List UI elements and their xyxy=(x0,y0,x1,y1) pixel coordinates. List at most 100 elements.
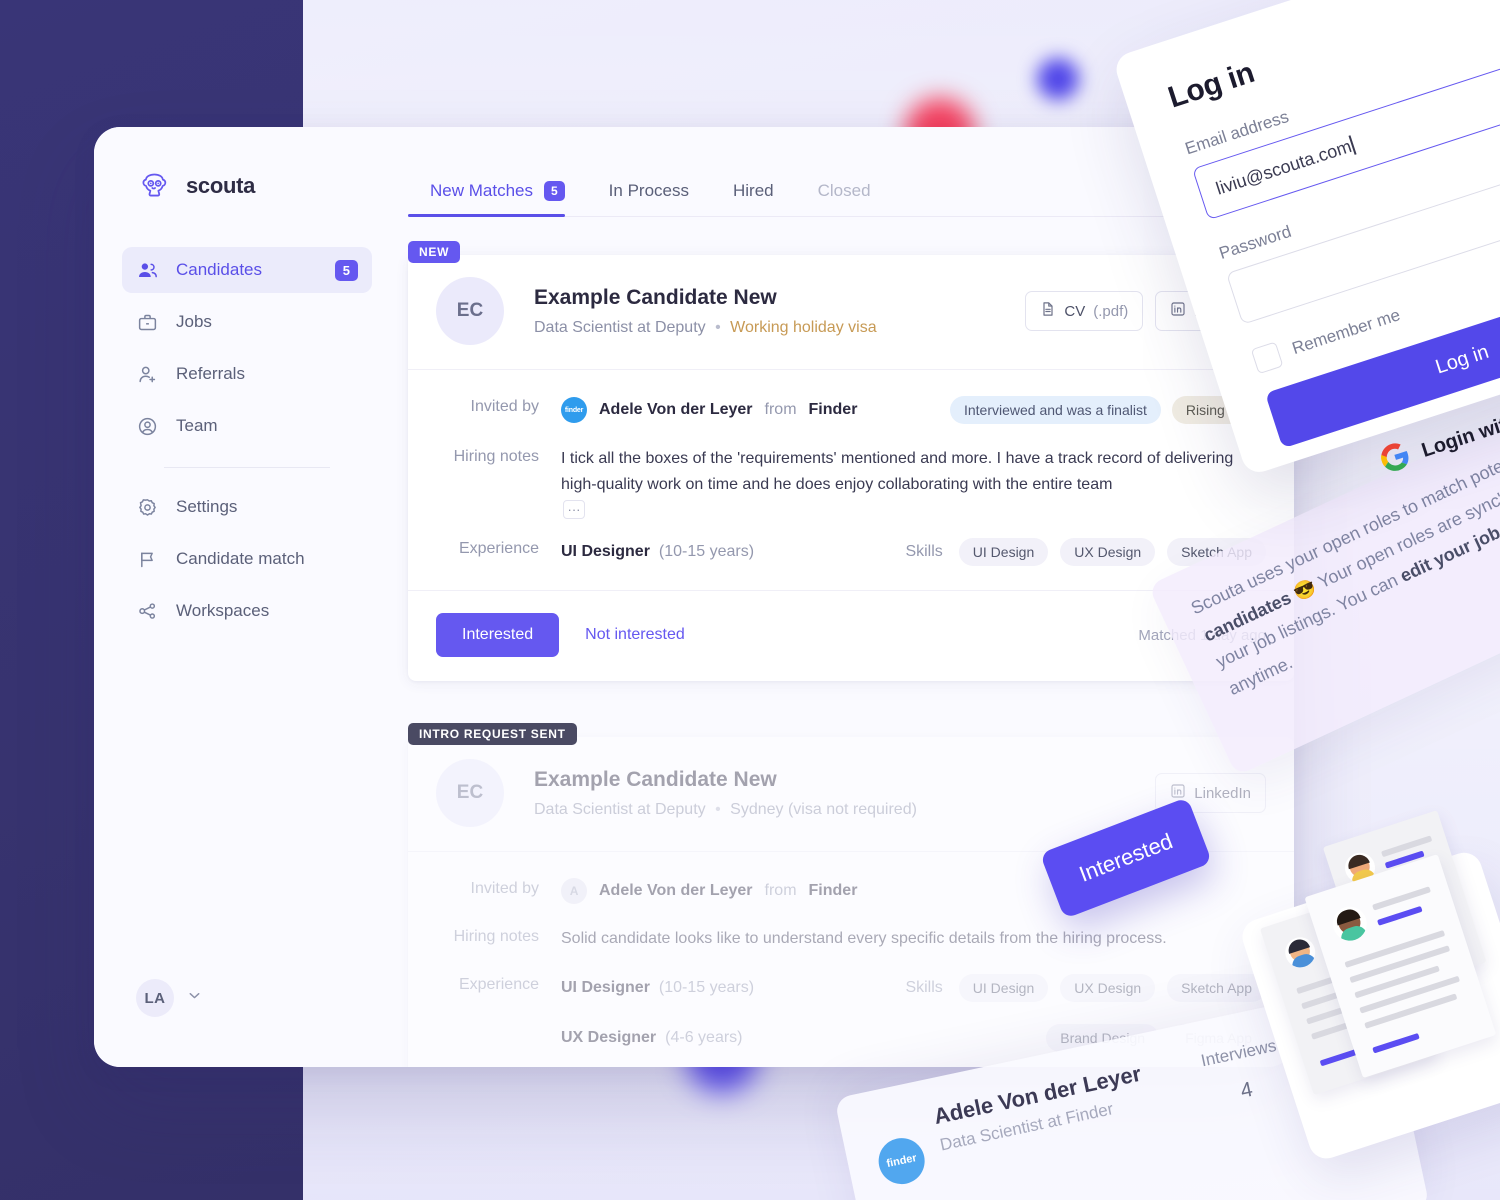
skills-label: Skills xyxy=(905,978,943,996)
skills-group: Skills UI Design UX Design Sketch App xyxy=(905,973,1266,1002)
sidebar-item-jobs[interactable]: Jobs xyxy=(122,299,372,345)
stat-label: Interviews xyxy=(1199,1035,1279,1071)
sidebar-nav: Candidates 5 Jobs Referrals Team Setting… xyxy=(94,247,400,640)
tab-badge: 5 xyxy=(543,181,565,201)
tab-label: New Matches xyxy=(430,181,533,200)
stat-value: 4 xyxy=(1238,1077,1255,1103)
avatar-initial-icon: A xyxy=(561,878,587,905)
hiring-notes-label: Hiring notes xyxy=(453,448,539,465)
candidate-card-wrapper: INTRO REQUEST SENT EC Example Candidate … xyxy=(408,723,1294,1067)
sidebar-item-candidates[interactable]: Candidates 5 xyxy=(122,247,372,293)
avatar: EC xyxy=(436,277,504,345)
chevron-down-icon xyxy=(186,987,203,1009)
monkey-logo-icon xyxy=(136,168,173,205)
remember-me-label: Remember me xyxy=(1289,305,1403,359)
candidates-count-badge: 5 xyxy=(334,259,358,281)
candidate-subtitle: Data Scientist at Deputy • Working holid… xyxy=(534,319,877,337)
experience-years: (4-6 years) xyxy=(665,1028,743,1046)
candidate-identity: Example Candidate New Data Scientist at … xyxy=(534,768,917,819)
skill-chip: UI Design xyxy=(958,538,1049,567)
skill-chip: Sketch App xyxy=(1167,973,1266,1002)
cv-button-label: CV xyxy=(1064,302,1086,320)
hiring-notes-text: Solid candidate looks like to understand… xyxy=(561,930,1167,948)
candidate-visa-status: Sydney (visa not required) xyxy=(730,800,917,818)
expand-notes-button[interactable]: ··· xyxy=(563,500,585,520)
brand: scouta xyxy=(94,163,400,209)
inviter-company: Finder xyxy=(808,882,858,900)
candidate-visa-status: Working holiday visa xyxy=(730,318,877,336)
candidate-card-wrapper: NEW EC Example Candidate New Data Scient… xyxy=(408,241,1294,682)
skills-label: Skills xyxy=(905,543,943,561)
tab-in-process[interactable]: In Process xyxy=(587,181,711,217)
app-window: scouta Candidates 5 Jobs Referrals Team … xyxy=(94,127,1294,1067)
stat-interviews: Interviews 4 xyxy=(1199,1036,1286,1111)
sidebar-item-label: Settings xyxy=(176,497,238,516)
candidate-card-body: Invited by finder Adele Von der Leyer fr… xyxy=(408,370,1294,590)
hiring-notes-row: Hiring notes I tick all the boxes of the… xyxy=(436,446,1266,520)
candidate-identity: Example Candidate New Data Scientist at … xyxy=(534,286,877,337)
invited-by-label: Invited by xyxy=(470,880,539,898)
recruiter-text: Adele Von der Leyer Data Scientist at Fi… xyxy=(932,1061,1149,1156)
email-value: liviu@scouta.com xyxy=(1213,135,1354,199)
remember-me-checkbox[interactable] xyxy=(1250,341,1284,375)
tab-label: Closed xyxy=(817,181,871,200)
skill-chip: UI Design xyxy=(958,973,1049,1002)
sidebar-item-label: Workspaces xyxy=(176,601,270,620)
tab-label: In Process xyxy=(608,181,689,200)
linkedin-button-label: LinkedIn xyxy=(1194,784,1251,802)
cv-button[interactable]: CV (.pdf) xyxy=(1025,291,1144,331)
linkedin-icon xyxy=(1170,301,1186,321)
experience-row: Experience UI Designer (10-15 years) Ski… xyxy=(436,973,1266,1002)
skill-chip: UX Design xyxy=(1060,538,1156,567)
sidebar-item-candidate-match[interactable]: Candidate match xyxy=(122,536,372,582)
tab-closed[interactable]: Closed xyxy=(796,181,893,217)
interested-button[interactable]: Interested xyxy=(436,613,560,658)
experience-value: UI Designer (10-15 years) Skills UI Desi… xyxy=(561,538,1266,567)
sidebar-item-team[interactable]: Team xyxy=(122,403,372,449)
sidebar-item-label: Candidate match xyxy=(176,549,305,568)
candidate-subtitle: Data Scientist at Deputy • Sydney (visa … xyxy=(534,801,917,819)
experience-years: (10-15 years) xyxy=(658,978,755,996)
candidate-tags: Interviewed and was a finalist Rising st… xyxy=(949,396,1266,424)
sidebar-item-referrals[interactable]: Referrals xyxy=(122,351,372,397)
decor-blue-circle-small xyxy=(1037,58,1079,100)
inviter-from-label: from xyxy=(764,401,797,418)
experience-label: Experience xyxy=(458,975,539,993)
sidebar-item-label: Jobs xyxy=(176,312,212,331)
document-icon xyxy=(1040,301,1056,321)
skill-chip: UX Design xyxy=(1060,973,1156,1002)
sidebar-item-label: Referrals xyxy=(176,364,245,383)
sidebar-item-settings[interactable]: Settings xyxy=(122,484,372,530)
tab-new-matches[interactable]: New Matches 5 xyxy=(408,181,587,217)
user-circle-icon xyxy=(136,415,158,437)
candidate-name: Example Candidate New xyxy=(534,285,777,309)
hiring-notes-text: I tick all the boxes of the 'requirement… xyxy=(561,450,1234,493)
hiring-notes-value: Solid candidate looks like to understand… xyxy=(561,926,1266,952)
avatar: LA xyxy=(136,979,174,1017)
tab-hired[interactable]: Hired xyxy=(711,181,796,217)
experience-role: UX Designer xyxy=(561,1028,657,1046)
brand-name: scouta xyxy=(186,173,256,198)
user-plus-icon xyxy=(136,363,158,385)
sidebar: scouta Candidates 5 Jobs Referrals Team … xyxy=(94,127,400,1067)
tab-label: Hired xyxy=(732,181,774,200)
inviter-company: Finder xyxy=(808,401,858,418)
separator-dot: • xyxy=(715,800,721,818)
not-interested-button[interactable]: Not interested xyxy=(585,626,685,644)
candidate-name: Example Candidate New xyxy=(534,767,777,791)
status-badge: INTRO REQUEST SENT xyxy=(408,723,577,746)
avatar: EC xyxy=(436,759,504,828)
sidebar-item-workspaces[interactable]: Workspaces xyxy=(122,588,372,634)
inviter-name: Adele Von der Leyer xyxy=(599,882,753,900)
users-icon xyxy=(136,259,158,281)
finder-logo-icon: finder xyxy=(561,397,587,423)
invited-by-value: finder Adele Von der Leyer from Finder I… xyxy=(561,396,1266,424)
inviter-from-label: from xyxy=(764,882,797,900)
experience-years: (10-15 years) xyxy=(658,543,755,561)
invited-by-label: Invited by xyxy=(470,398,539,415)
sidebar-user-menu[interactable]: LA xyxy=(94,979,400,1067)
inviter-name: Adele Von der Leyer xyxy=(599,401,753,418)
google-g-icon xyxy=(1377,440,1414,481)
flag-icon xyxy=(136,548,158,570)
experience-label: Experience xyxy=(458,540,539,558)
